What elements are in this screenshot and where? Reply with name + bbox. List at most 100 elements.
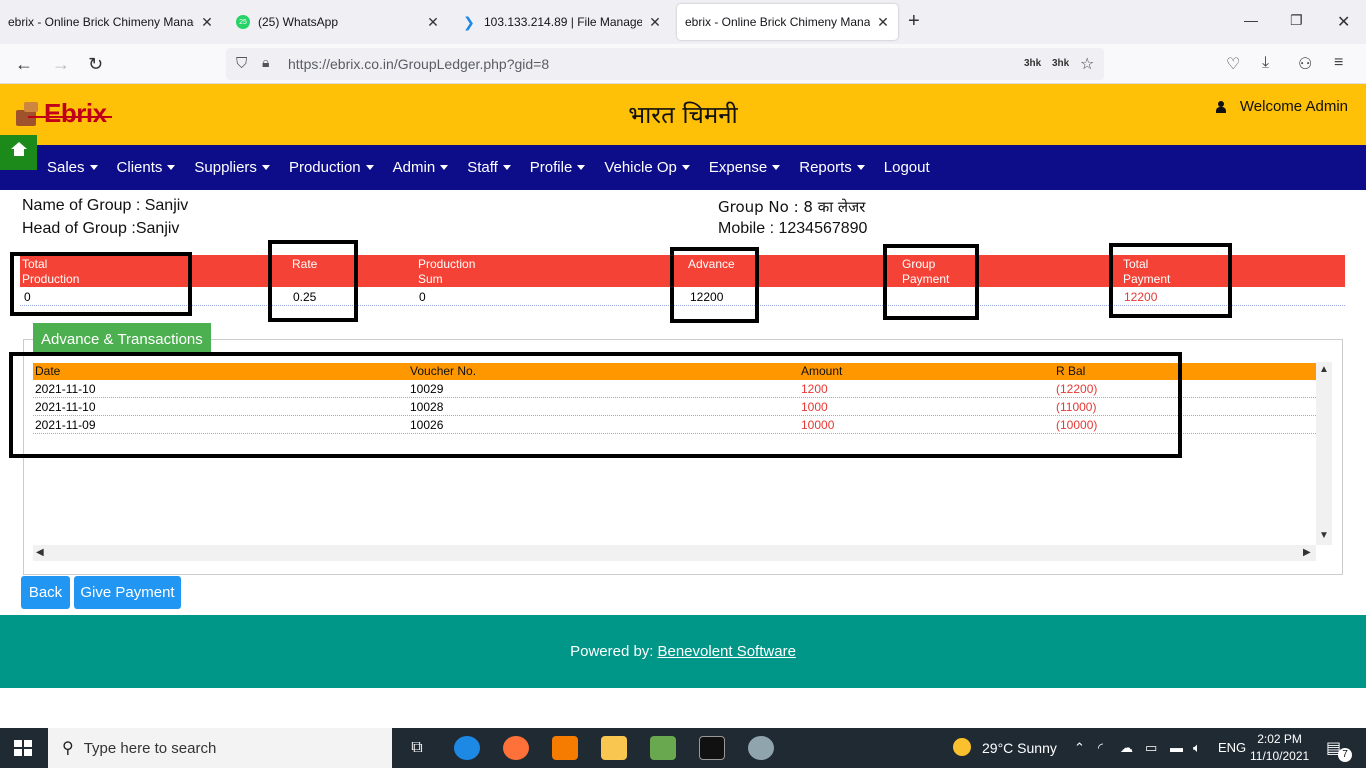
menu-staff[interactable]: Staff (467, 159, 511, 176)
highlight-box-rate (268, 240, 358, 322)
close-window-icon[interactable]: ✕ (1337, 12, 1350, 32)
footer-prefix: Powered by: (570, 643, 654, 660)
menu-suppliers[interactable]: Suppliers (194, 159, 270, 176)
menu-production[interactable]: Production (289, 159, 374, 176)
download-icon[interactable]: ⤓ (1262, 54, 1269, 72)
language-indicator[interactable]: ENG (1218, 740, 1246, 755)
account-icon[interactable]: ⚇ (1298, 54, 1312, 74)
taskbar-clock[interactable]: 2:02 PM 11/10/2021 (1250, 731, 1309, 765)
home-button[interactable] (0, 135, 37, 170)
wifi-icon[interactable]: ◜ (1098, 740, 1103, 756)
browser-tab-2[interactable]: 25 (25) WhatsApp ✕ (228, 4, 448, 40)
cloud-icon[interactable]: ☁ (1120, 740, 1133, 756)
browser-tab-4[interactable]: ebrix - Online Brick Chimeny Manag ✕ (677, 4, 898, 40)
search-placeholder: Type here to search (83, 739, 217, 757)
tab-label: ebrix - Online Brick Chimeny Manag (685, 15, 870, 29)
scroll-left-icon[interactable]: ◀ (36, 547, 44, 558)
user-icon (1215, 100, 1226, 113)
caret-down-icon (89, 165, 98, 170)
device-icon[interactable]: ▭ (1145, 740, 1157, 756)
tab-label: ebrix - Online Brick Chimeny Manag (8, 15, 194, 29)
welcome-user[interactable]: Welcome Admin (1215, 98, 1348, 115)
scroll-down-icon[interactable]: ▼ (1319, 530, 1329, 541)
file-explorer-icon[interactable] (601, 736, 627, 760)
forward-arrow-icon[interactable]: → (52, 54, 70, 75)
menu-logout[interactable]: Logout (884, 159, 930, 176)
menu-profile[interactable]: Profile (530, 159, 586, 176)
give-payment-button[interactable]: Give Payment (74, 576, 181, 609)
reload-icon[interactable]: ↻ (88, 54, 103, 75)
bookmark-star-icon[interactable]: ☆ (1080, 54, 1094, 74)
highlight-box-total-production (10, 252, 192, 316)
tab-label: (25) WhatsApp (258, 15, 339, 29)
battery-icon[interactable]: ▬ (1170, 740, 1183, 755)
highlight-box-advance (670, 247, 759, 323)
close-icon[interactable]: ✕ (648, 14, 662, 31)
highlight-box-group-payment (883, 244, 979, 320)
edge-icon[interactable] (454, 736, 480, 760)
windows-start-icon[interactable] (14, 740, 32, 756)
whatsapp-icon: 25 (236, 15, 250, 29)
menu-clients[interactable]: Clients (117, 159, 176, 176)
notepad-icon[interactable] (650, 736, 676, 760)
menu-vehicle-op[interactable]: Vehicle Op (604, 159, 690, 176)
caret-down-icon (365, 165, 374, 170)
menu-expense[interactable]: Expense (709, 159, 781, 176)
close-icon[interactable]: ✕ (200, 14, 214, 31)
search-icon: ⚲ (62, 740, 74, 757)
menu-hamburger-icon[interactable]: ≡ (1334, 54, 1343, 72)
back-arrow-icon[interactable]: ← (15, 54, 33, 75)
volume-icon[interactable]: 🔈︎ (1193, 740, 1201, 756)
value-production-sum: 0 (419, 290, 426, 304)
main-menu: Sales Clients Suppliers Production Admin… (0, 135, 1366, 190)
firefox-icon[interactable] (503, 736, 529, 760)
browser-tab-bar: ebrix - Online Brick Chimeny Manag ✕ 25 … (0, 0, 1366, 44)
tab-label: 103.133.214.89 | File Manager | D (484, 15, 642, 29)
welcome-text: Welcome Admin (1239, 98, 1348, 115)
close-icon[interactable]: ✕ (876, 14, 890, 31)
menu-reports[interactable]: Reports (799, 159, 865, 176)
horizontal-scrollbar[interactable]: ◀ ▶ (33, 545, 1316, 561)
address-bar[interactable]: ⛉ 🔒︎ https://ebrix.co.in/GroupLedger.php… (226, 48, 1104, 80)
restore-icon[interactable]: ❐ (1290, 12, 1303, 29)
pocket-icon[interactable]: ♡ (1226, 54, 1240, 74)
notification-count: 7 (1338, 748, 1352, 762)
back-button[interactable]: Back (21, 576, 70, 609)
clock-date: 11/10/2021 (1250, 749, 1310, 763)
xampp-icon[interactable] (552, 736, 578, 760)
lock-icon[interactable]: 🔒︎ (262, 54, 269, 71)
taskbar-search[interactable]: ⚲ Type here to search (48, 728, 392, 768)
terminal-icon[interactable] (699, 736, 725, 760)
footer: Powered by: Benevolent Software (0, 615, 1366, 688)
site-title: भारत चिमनी (628, 101, 738, 129)
caret-down-icon (856, 165, 865, 170)
scroll-up-icon[interactable]: ▲ (1319, 364, 1329, 375)
caret-down-icon (772, 165, 781, 170)
task-view-icon[interactable]: ⧉ (404, 736, 430, 760)
vertical-scrollbar[interactable]: ▲ ▼ (1316, 362, 1332, 545)
browser-tab-3[interactable]: ❯ 103.133.214.89 | File Manager | D ✕ (454, 4, 670, 40)
chevron-up-icon[interactable]: ⌃ (1074, 740, 1085, 756)
new-tab-icon[interactable]: + (908, 10, 920, 33)
url-text[interactable]: https://ebrix.co.in/GroupLedger.php?gid=… (288, 56, 549, 72)
scroll-right-icon[interactable]: ▶ (1303, 547, 1311, 558)
menu-sales[interactable]: Sales (47, 159, 98, 176)
caret-down-icon (167, 165, 176, 170)
extension-3hk-2[interactable]: 3hk (1052, 58, 1069, 69)
caret-down-icon (440, 165, 449, 170)
shield-icon[interactable]: ⛉ (236, 55, 247, 72)
header-production-sum: Production Sum (418, 257, 476, 286)
extension-3hk[interactable]: 3hk (1024, 58, 1041, 69)
weather-text[interactable]: 29°C Sunny (982, 740, 1057, 756)
footer-link[interactable]: Benevolent Software (657, 643, 795, 660)
minimize-icon[interactable]: — (1244, 12, 1258, 28)
sun-weather-icon[interactable] (953, 738, 971, 756)
network-app-icon[interactable] (748, 736, 774, 760)
highlight-box-transactions (9, 352, 1182, 458)
caret-down-icon (261, 165, 270, 170)
menu-admin[interactable]: Admin (393, 159, 449, 176)
app-header: Ebrix भारत चिमनी Welcome Admin (0, 84, 1366, 145)
close-icon[interactable]: ✕ (426, 14, 440, 31)
windows-taskbar: ⚲ Type here to search ⧉ 29°C Sunny ⌃ ◜ ☁… (0, 728, 1366, 768)
browser-tab-1[interactable]: ebrix - Online Brick Chimeny Manag ✕ (0, 4, 222, 40)
